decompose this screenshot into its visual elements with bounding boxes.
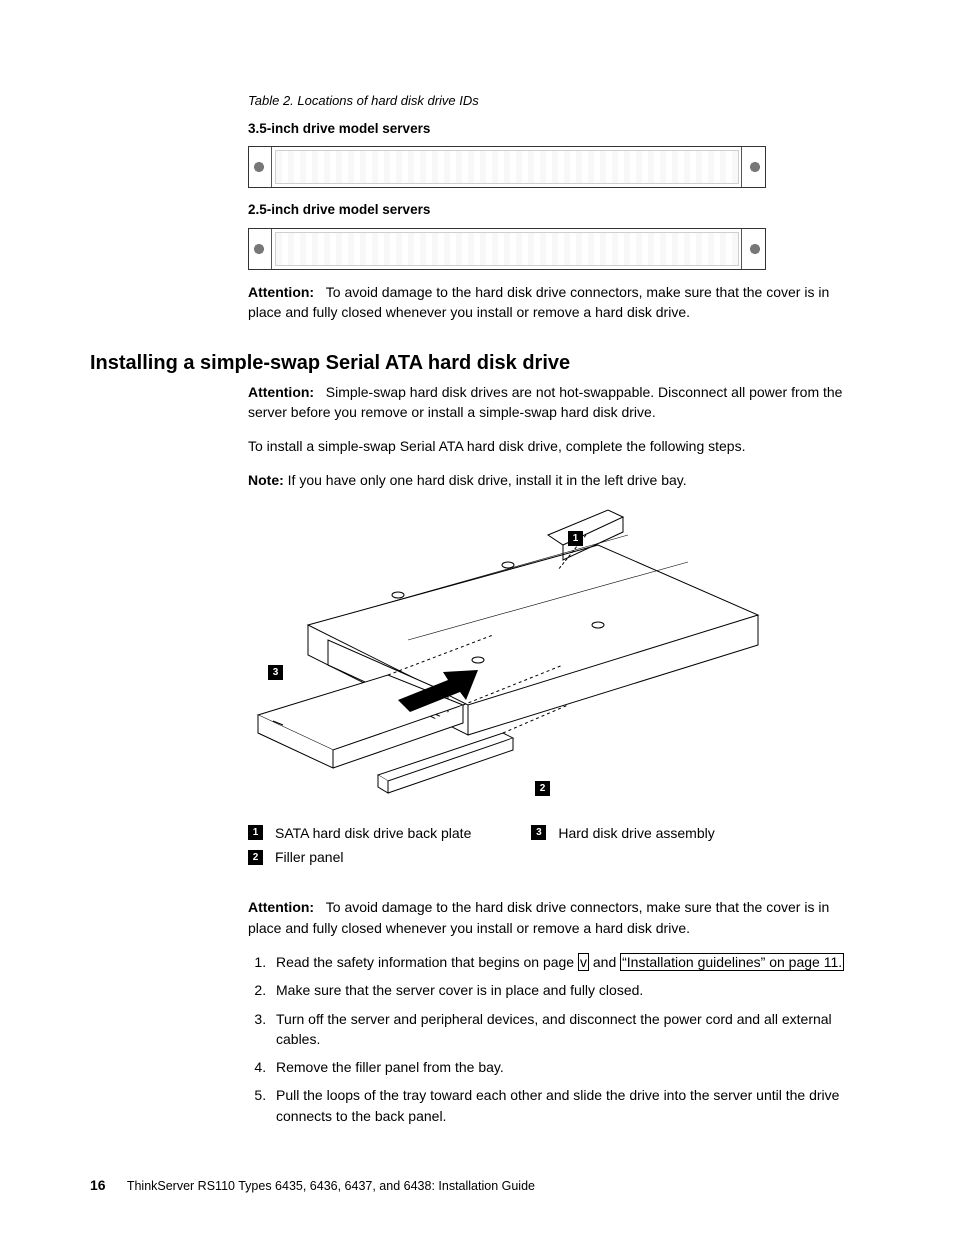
attention-1: Attention: To avoid damage to the hard d… <box>248 282 854 323</box>
page-number: 16 <box>90 1177 106 1193</box>
diagram-callout-3: 3 <box>268 665 283 680</box>
diagram-callout-2: 2 <box>535 781 550 796</box>
step-4: Remove the filler panel from the bay. <box>270 1057 854 1077</box>
page-footer: 16 ThinkServer RS110 Types 6435, 6436, 6… <box>90 1175 535 1195</box>
legend-num-2: 2 <box>248 850 263 865</box>
legend-item-3: 3 Hard disk drive assembly <box>531 823 714 843</box>
legend-num-3: 3 <box>531 825 546 840</box>
step-5: Pull the loops of the tray toward each o… <box>270 1085 854 1126</box>
table-caption: Table 2. Locations of hard disk drive ID… <box>248 92 854 111</box>
legend-item-2: 2 Filler panel <box>248 847 471 867</box>
server-diagram-35 <box>248 146 766 188</box>
note-text: If you have only one hard disk drive, in… <box>288 472 687 488</box>
attention-label: Attention: <box>248 384 314 400</box>
install-diagram: 1 2 3 <box>248 505 768 811</box>
legend-item-1: 1 SATA hard disk drive back plate <box>248 823 471 843</box>
step-2: Make sure that the server cover is in pl… <box>270 980 854 1000</box>
attention-text: To avoid damage to the hard disk drive c… <box>248 899 829 935</box>
steps-list: Read the safety information that begins … <box>248 952 854 1126</box>
document-title: ThinkServer RS110 Types 6435, 6436, 6437… <box>127 1179 535 1193</box>
section-title: Installing a simple-swap Serial ATA hard… <box>90 349 854 378</box>
subhead-25inch: 2.5-inch drive model servers <box>248 200 854 220</box>
installation-guidelines-link[interactable]: “Installation guidelines” on page 11. <box>620 953 844 971</box>
step1-mid: and <box>589 954 620 970</box>
diagram-callout-1: 1 <box>568 531 583 546</box>
step-1: Read the safety information that begins … <box>270 952 854 972</box>
step1-prefix: Read the safety information that begins … <box>276 954 578 970</box>
subhead-35inch: 3.5-inch drive model servers <box>248 119 854 139</box>
legend-label-2: Filler panel <box>275 847 343 867</box>
step-3: Turn off the server and peripheral devic… <box>270 1009 854 1050</box>
note: Note: If you have only one hard disk dri… <box>248 470 854 490</box>
legend-label-1: SATA hard disk drive back plate <box>275 823 471 843</box>
attention-text: To avoid damage to the hard disk drive c… <box>248 284 829 320</box>
legend-num-1: 1 <box>248 825 263 840</box>
attention-label: Attention: <box>248 899 314 915</box>
intro-text: To install a simple-swap Serial ATA hard… <box>248 436 854 456</box>
attention-label: Attention: <box>248 284 314 300</box>
note-label: Note: <box>248 472 284 488</box>
attention-2: Attention: Simple-swap hard disk drives … <box>248 382 854 423</box>
diagram-legend: 1 SATA hard disk drive back plate 2 Fill… <box>248 823 854 868</box>
server-diagram-25 <box>248 228 766 270</box>
safety-page-link[interactable]: v <box>578 953 589 971</box>
legend-label-3: Hard disk drive assembly <box>558 823 714 843</box>
attention-3: Attention: To avoid damage to the hard d… <box>248 897 854 938</box>
attention-text: Simple-swap hard disk drives are not hot… <box>248 384 842 420</box>
